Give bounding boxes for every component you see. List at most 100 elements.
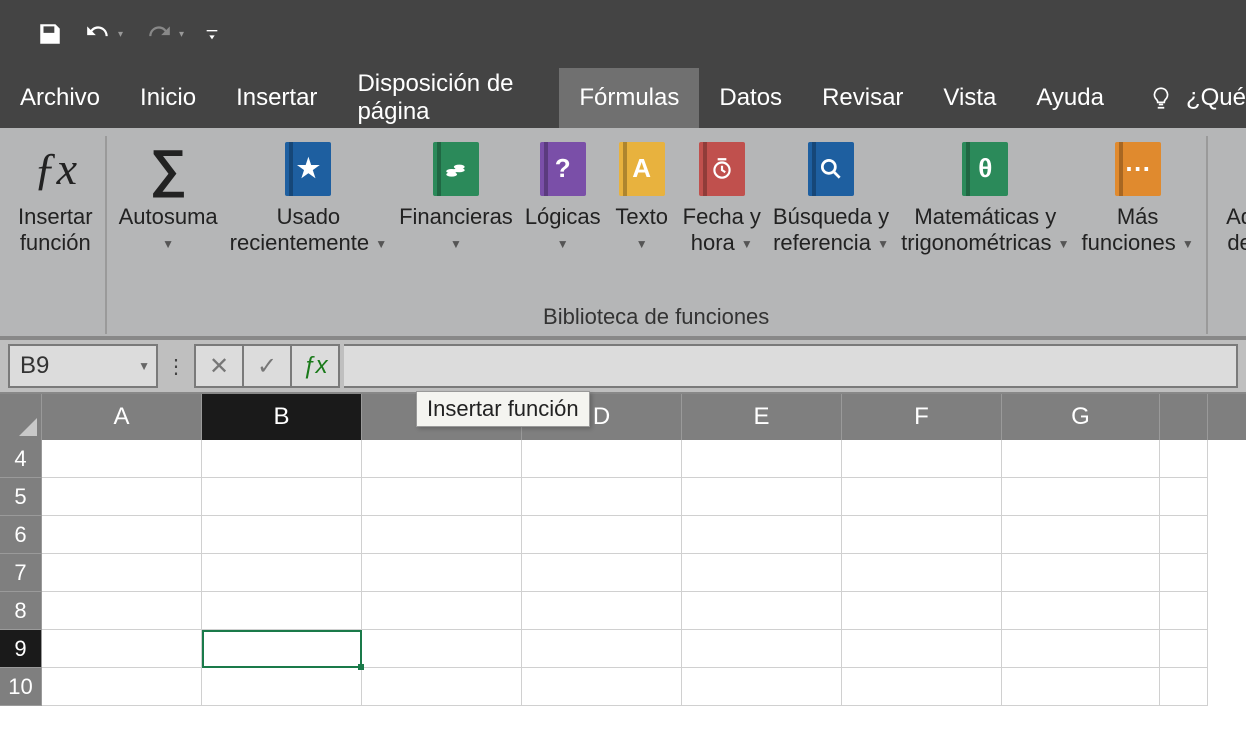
tab-formulas[interactable]: Fórmulas [559,68,699,128]
cell-overflow-9[interactable] [1160,630,1208,668]
cell-A4[interactable] [42,440,202,478]
save-button[interactable] [28,12,72,56]
cell-C10[interactable] [362,668,522,706]
tell-me[interactable]: ¿Qué [1148,68,1246,128]
cell-overflow-4[interactable] [1160,440,1208,478]
financial-button[interactable]: Financieras▼ [393,136,519,257]
cell-B7[interactable] [202,554,362,592]
cell-E6[interactable] [682,516,842,554]
customize-qat-button[interactable] [198,12,226,56]
row-header-4[interactable]: 4 [0,440,42,478]
tab-insert[interactable]: Insertar [216,68,337,128]
cell-overflow-7[interactable] [1160,554,1208,592]
cell-B4[interactable] [202,440,362,478]
cell-G10[interactable] [1002,668,1160,706]
column-header-A[interactable]: A [42,394,202,440]
cell-G5[interactable] [1002,478,1160,516]
cell-A10[interactable] [42,668,202,706]
column-header-B[interactable]: B [202,394,362,440]
cell-overflow-8[interactable] [1160,592,1208,630]
cell-A7[interactable] [42,554,202,592]
cell-overflow-5[interactable] [1160,478,1208,516]
cancel-formula-button[interactable]: ✕ [194,344,244,388]
cell-D10[interactable] [522,668,682,706]
cell-overflow-10[interactable] [1160,668,1208,706]
cell-F5[interactable] [842,478,1002,516]
redo-dropdown-caret[interactable]: ▾ [179,29,184,40]
logical-button[interactable]: ? Lógicas▼ [519,136,607,257]
cell-B9[interactable] [202,630,362,668]
cell-F9[interactable] [842,630,1002,668]
select-all-triangle[interactable] [0,394,42,440]
lookup-button[interactable]: Búsqueda yreferencia ▼ [767,136,895,257]
cell-F6[interactable] [842,516,1002,554]
row-header-9[interactable]: 9 [0,630,42,668]
cell-G7[interactable] [1002,554,1160,592]
cell-overflow-6[interactable] [1160,516,1208,554]
cell-A9[interactable] [42,630,202,668]
tab-data[interactable]: Datos [699,68,802,128]
cell-A5[interactable] [42,478,202,516]
cell-D6[interactable] [522,516,682,554]
cell-G4[interactable] [1002,440,1160,478]
row-header-5[interactable]: 5 [0,478,42,516]
redo-button[interactable] [137,12,181,56]
name-box-caret[interactable]: ▼ [138,359,150,373]
cell-C6[interactable] [362,516,522,554]
cell-F7[interactable] [842,554,1002,592]
cell-B6[interactable] [202,516,362,554]
cell-F4[interactable] [842,440,1002,478]
cell-D7[interactable] [522,554,682,592]
insert-function-button[interactable]: ƒx Insertarfunción [12,136,99,257]
undo-button[interactable] [76,12,120,56]
row-header-6[interactable]: 6 [0,516,42,554]
cell-E5[interactable] [682,478,842,516]
cell-C5[interactable] [362,478,522,516]
cell-E7[interactable] [682,554,842,592]
cell-A6[interactable] [42,516,202,554]
cell-G9[interactable] [1002,630,1160,668]
column-header-overflow[interactable] [1160,394,1208,440]
cell-E9[interactable] [682,630,842,668]
cell-D9[interactable] [522,630,682,668]
cell-B10[interactable] [202,668,362,706]
cell-F8[interactable] [842,592,1002,630]
recently-used-button[interactable]: ★ Usadorecientemente ▼ [224,136,393,257]
cell-D4[interactable] [522,440,682,478]
cell-D5[interactable] [522,478,682,516]
tab-home[interactable]: Inicio [120,68,216,128]
row-header-8[interactable]: 8 [0,592,42,630]
formula-bar-grip[interactable]: ⋮ [164,344,188,388]
cell-B5[interactable] [202,478,362,516]
tab-file[interactable]: Archivo [0,68,120,128]
more-functions-button[interactable]: ⋯ Másfunciones ▼ [1076,136,1200,257]
undo-dropdown-caret[interactable]: ▾ [118,29,123,40]
cell-C8[interactable] [362,592,522,630]
cell-E4[interactable] [682,440,842,478]
column-header-G[interactable]: G [1002,394,1160,440]
tab-page-layout[interactable]: Disposición de página [337,68,559,128]
enter-formula-button[interactable]: ✓ [242,344,292,388]
math-trig-button[interactable]: θ Matemáticas ytrigonométricas ▼ [895,136,1075,257]
cell-D8[interactable] [522,592,682,630]
cell-G8[interactable] [1002,592,1160,630]
tab-review[interactable]: Revisar [802,68,923,128]
cell-C7[interactable] [362,554,522,592]
cell-B8[interactable] [202,592,362,630]
name-box[interactable]: B9 ▼ [8,344,158,388]
insert-function-fx-button[interactable]: ƒx [290,344,340,388]
row-header-7[interactable]: 7 [0,554,42,592]
cell-A8[interactable] [42,592,202,630]
text-button[interactable]: A Texto▼ [607,136,677,257]
tab-help[interactable]: Ayuda [1016,68,1124,128]
row-header-10[interactable]: 10 [0,668,42,706]
datetime-button[interactable]: Fecha yhora ▼ [677,136,767,257]
cell-E10[interactable] [682,668,842,706]
cell-E8[interactable] [682,592,842,630]
tab-view[interactable]: Vista [923,68,1016,128]
column-header-F[interactable]: F [842,394,1002,440]
cell-C9[interactable] [362,630,522,668]
cell-F10[interactable] [842,668,1002,706]
cell-G6[interactable] [1002,516,1160,554]
cell-C4[interactable] [362,440,522,478]
